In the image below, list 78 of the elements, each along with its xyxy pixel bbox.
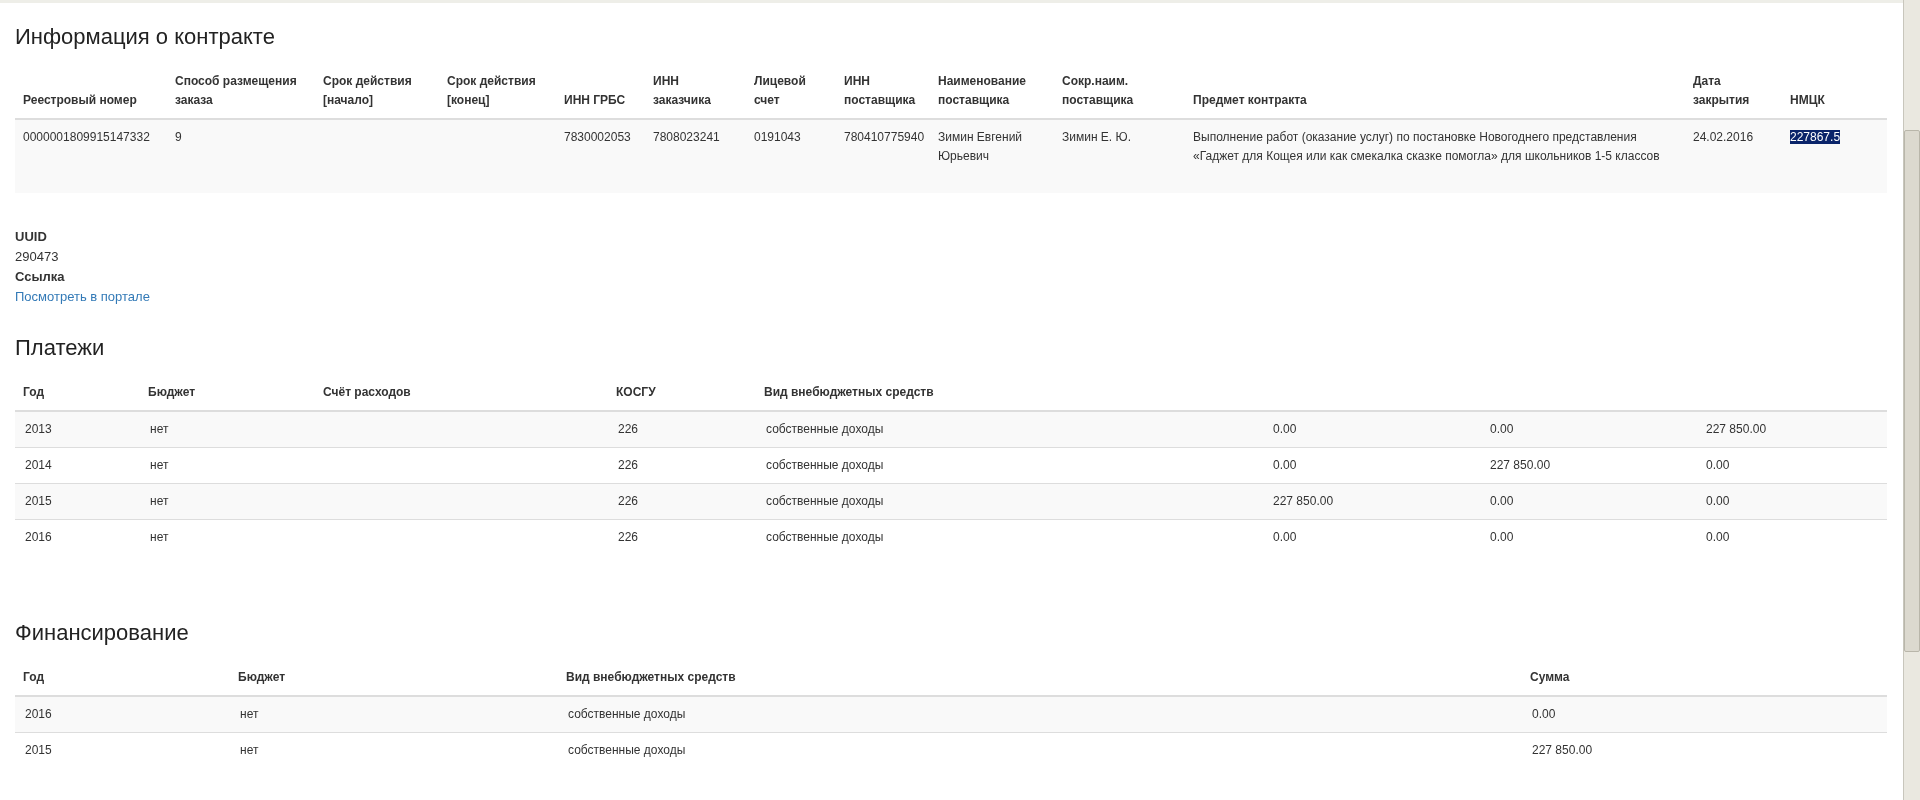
table-cell: нет <box>150 494 169 508</box>
table-cell: нет <box>240 707 259 721</box>
table-cell: 0.00 <box>1273 530 1297 544</box>
table-cell: 226 <box>618 422 639 436</box>
column-header: ИНН поставщика <box>844 74 916 107</box>
table-cell: 227867.5 <box>1782 119 1887 193</box>
column-header: Срок действия [начало] <box>323 74 412 107</box>
column-header: Предмет контракта <box>1193 93 1307 107</box>
section-title: Финансирование <box>15 620 190 646</box>
column-header: Реестровый номер <box>23 93 137 107</box>
table-cell: собственные доходы <box>568 743 686 757</box>
portal-link[interactable]: Посмотреть в портале <box>15 289 150 304</box>
table-cell: собственные доходы <box>568 707 686 721</box>
column-header: Сумма <box>1530 670 1570 684</box>
table-cell: 2016 <box>25 530 52 544</box>
table-cell: 227 850.00 <box>1706 422 1767 436</box>
table-cell: 9 <box>167 119 315 193</box>
column-header: Бюджет <box>148 385 196 399</box>
field-label: Ссылка <box>15 268 66 286</box>
table-cell: собственные доходы <box>766 458 884 472</box>
table-cell: 226 <box>618 494 639 508</box>
table-cell: 2014 <box>25 458 52 472</box>
section-title: Информация о контракте <box>15 24 276 50</box>
table-cell: нет <box>240 743 259 757</box>
table-cell: собственные доходы <box>766 422 884 436</box>
column-header: ИНН ГРБС <box>564 93 626 107</box>
table-cell: 780410775940 <box>836 119 930 193</box>
table-cell: собственные доходы <box>766 530 884 544</box>
column-header: Вид внебюджетных средств <box>764 385 934 399</box>
table-cell: нет <box>150 530 169 544</box>
column-header: НМЦК <box>1790 93 1825 107</box>
field-value: 290473 <box>15 248 60 266</box>
table-cell: 0.00 <box>1490 422 1514 436</box>
table-cell: собственные доходы <box>766 494 884 508</box>
table-cell: 226 <box>618 458 639 472</box>
table-cell: 2013 <box>25 422 52 436</box>
table-cell: 2015 <box>25 494 52 508</box>
column-header: Счёт расходов <box>323 385 411 399</box>
table-cell: 0.00 <box>1273 422 1297 436</box>
column-header: Срок действия [конец] <box>447 74 536 107</box>
column-header: ИНН заказчика <box>653 74 711 107</box>
table-cell: 0.00 <box>1706 458 1730 472</box>
table-cell: нет <box>150 458 169 472</box>
column-header: Год <box>23 385 44 399</box>
column-header: Способ размещения заказа <box>175 74 297 107</box>
column-header: Год <box>23 670 44 684</box>
table-cell: 227 850.00 <box>1273 494 1334 508</box>
table-cell: 227 850.00 <box>1532 743 1593 757</box>
column-header: Наименование поставщика <box>938 74 1027 107</box>
table-cell: нет <box>150 422 169 436</box>
table-cell: 0.00 <box>1532 707 1556 721</box>
column-header: Бюджет <box>238 670 286 684</box>
table-cell: 0191043 <box>746 119 836 193</box>
column-header: КОСГУ <box>616 385 656 399</box>
column-header: Дата закрытия <box>1693 74 1750 107</box>
table-cell: 0.00 <box>1706 530 1730 544</box>
scrollbar[interactable] <box>1903 0 1920 800</box>
table-cell: Зимин Е. Ю. <box>1054 119 1185 193</box>
column-header: Сокр.наим. поставщика <box>1062 74 1134 107</box>
field-label: UUID <box>15 228 48 246</box>
column-header: Вид внебюджетных средств <box>566 670 736 684</box>
table-cell: 7830002053 <box>556 119 645 193</box>
table-cell: 0000001809915147332 <box>15 119 167 193</box>
table-cell: 7808023241 <box>645 119 746 193</box>
table-cell: 227 850.00 <box>1490 458 1551 472</box>
table-cell: 0.00 <box>1706 494 1730 508</box>
table-cell: 0.00 <box>1490 494 1514 508</box>
table-cell: 24.02.2016 <box>1685 119 1782 193</box>
table-cell: 0.00 <box>1273 458 1297 472</box>
table-cell: 2016 <box>25 707 52 721</box>
column-header: Лицевой счет <box>754 74 806 107</box>
table-cell: Зимин Евгений Юрьевич <box>930 119 1054 193</box>
table-cell: 226 <box>618 530 639 544</box>
scrollbar-thumb[interactable] <box>1904 130 1920 652</box>
table-cell: 2015 <box>25 743 52 757</box>
section-title: Платежи <box>15 335 106 361</box>
table-cell: 0.00 <box>1490 530 1514 544</box>
table-cell: Выполнение работ (оказание услуг) по постановке Новогоднего представления «Гаджет для Кощея или как смекалка сказке помогла» для школьников 1-5 классов <box>1185 119 1685 193</box>
